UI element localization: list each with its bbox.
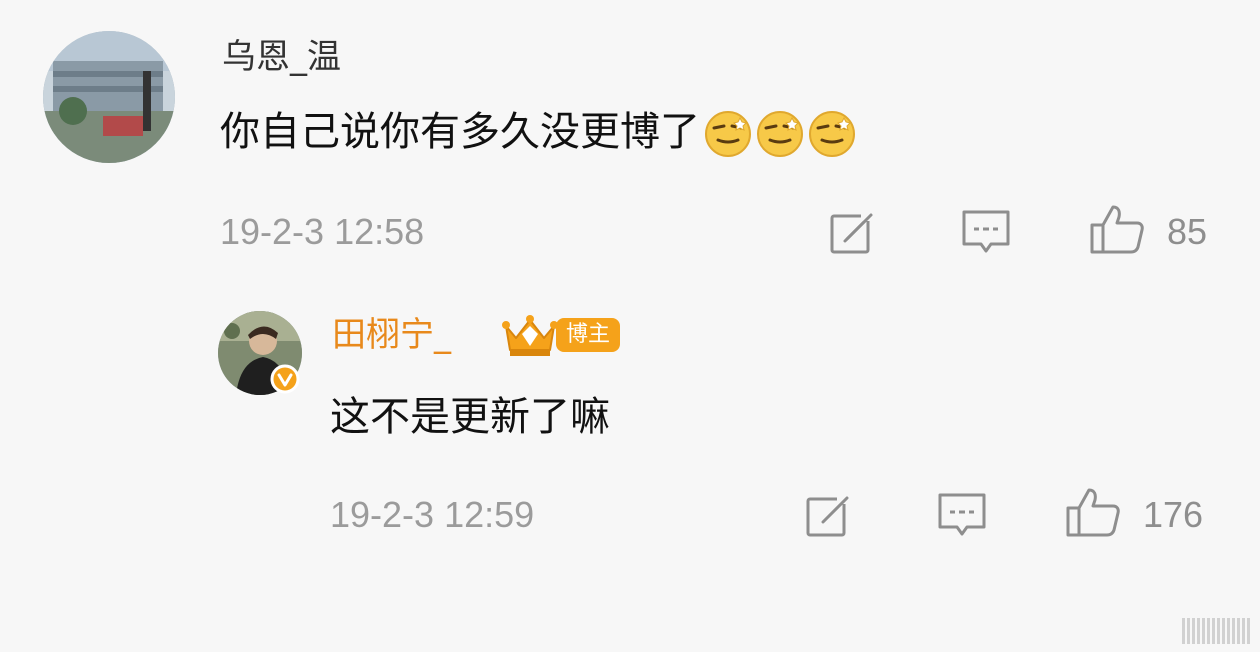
timestamp: 19-2-3 12:59 (330, 494, 535, 535)
comment-icon[interactable] (937, 492, 987, 538)
like-count: 176 (1143, 494, 1204, 535)
thumbs-up-icon[interactable] (1065, 486, 1121, 538)
badge-label: 博主 (556, 318, 621, 352)
verified-v-icon (270, 364, 300, 394)
comment-text: 这不是更新了嘛 (330, 394, 610, 440)
grimace-emoji-icon (809, 111, 855, 157)
thumbs-up-icon[interactable] (1089, 203, 1145, 255)
watermark-barcode (1182, 618, 1250, 644)
avatar-user-1[interactable] (43, 31, 175, 163)
comment-text-body: 你自己说你有多久没更博了 (220, 109, 700, 155)
share-edit-icon[interactable] (805, 492, 853, 538)
like-count: 85 (1167, 211, 1208, 252)
share-edit-icon[interactable] (829, 209, 877, 255)
comment-text: 你自己说你有多久没更博了 (220, 110, 860, 158)
timestamp: 19-2-3 12:58 (220, 211, 425, 252)
blogger-badge: 博主 (500, 310, 621, 360)
grimace-emoji-icon (757, 111, 803, 157)
emoji-group (704, 110, 860, 158)
comment-icon[interactable] (961, 209, 1011, 255)
username[interactable]: 田栩宁_ (332, 318, 451, 352)
crown-icon (502, 315, 558, 356)
username[interactable]: 乌恩_温 (222, 40, 341, 74)
grimace-emoji-icon (705, 111, 751, 157)
